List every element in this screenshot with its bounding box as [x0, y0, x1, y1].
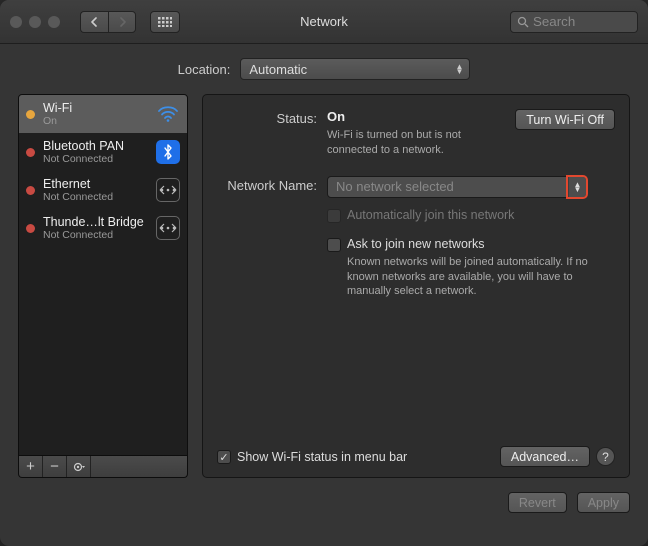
service-item-ethernet[interactable]: Ethernet Not Connected — [19, 171, 187, 209]
show-menu-label: Show Wi-Fi status in menu bar — [237, 450, 407, 464]
status-dot-icon — [26, 148, 35, 157]
footer-buttons: Revert Apply — [18, 478, 630, 513]
status-dot-icon — [26, 224, 35, 233]
updown-caret-icon: ▲▼ — [568, 177, 586, 197]
revert-button[interactable]: Revert — [508, 492, 567, 513]
show-menu-checkbox[interactable]: ✓ — [217, 450, 231, 464]
ask-join-subtext: Known networks will be joined automatica… — [347, 255, 597, 300]
service-actions-button[interactable] — [67, 456, 91, 477]
service-status: Not Connected — [43, 153, 148, 165]
service-status: Not Connected — [43, 229, 148, 241]
network-name-value: No network selected — [336, 179, 454, 194]
network-name-popup[interactable]: No network selected ▲▼ — [327, 176, 587, 198]
forward-button[interactable] — [108, 11, 136, 33]
detail-panel: Status: On Wi-Fi is turned on but is not… — [202, 94, 630, 478]
nav-buttons — [80, 11, 136, 33]
network-prefs-window: Network Location: Automatic ▲▼ — [0, 0, 648, 546]
service-status: Not Connected — [43, 191, 148, 203]
service-status: On — [43, 115, 148, 127]
service-name: Wi-Fi — [43, 101, 148, 115]
status-value: On — [327, 109, 345, 124]
remove-service-button[interactable]: − — [43, 456, 67, 477]
updown-caret-icon: ▲▼ — [453, 64, 465, 74]
content: Location: Automatic ▲▼ Wi-Fi On — [0, 44, 648, 523]
location-value: Automatic — [249, 62, 307, 77]
gear-icon — [72, 461, 86, 473]
ask-join-label: Ask to join new networks — [347, 237, 597, 251]
bluetooth-icon — [156, 140, 180, 164]
service-list[interactable]: Wi-Fi On Bluetooth PAN Not Connected — [18, 94, 188, 456]
add-service-button[interactable]: + — [19, 456, 43, 477]
service-name: Thunde…lt Bridge — [43, 215, 148, 229]
window-controls — [10, 16, 60, 28]
service-item-thunderbolt-bridge[interactable]: Thunde…lt Bridge Not Connected — [19, 209, 187, 247]
close-window-button[interactable] — [10, 16, 22, 28]
zoom-window-button[interactable] — [48, 16, 60, 28]
turn-wifi-off-button[interactable]: Turn Wi-Fi Off — [515, 109, 615, 130]
service-name: Ethernet — [43, 177, 148, 191]
search-field[interactable] — [510, 11, 638, 33]
back-button[interactable] — [80, 11, 108, 33]
ethernet-icon — [156, 178, 180, 202]
location-popup[interactable]: Automatic ▲▼ — [240, 58, 470, 80]
help-button[interactable]: ? — [596, 447, 615, 466]
auto-join-checkbox — [327, 209, 341, 223]
ask-join-row: Ask to join new networks Known networks … — [327, 237, 615, 300]
advanced-button[interactable]: Advanced… — [500, 446, 590, 467]
search-icon — [517, 16, 529, 28]
status-label: Status: — [217, 109, 327, 126]
status-dot-icon — [26, 110, 35, 119]
apply-button[interactable]: Apply — [577, 492, 630, 513]
minimize-window-button[interactable] — [29, 16, 41, 28]
wifi-icon — [156, 102, 180, 126]
sidebar-footer: + − — [18, 456, 188, 478]
auto-join-label: Automatically join this network — [347, 208, 514, 222]
panels: Wi-Fi On Bluetooth PAN Not Connected — [18, 94, 630, 478]
network-name-label: Network Name: — [217, 176, 327, 193]
ask-join-checkbox[interactable] — [327, 238, 341, 252]
search-input[interactable] — [533, 14, 623, 29]
service-name: Bluetooth PAN — [43, 139, 148, 153]
status-dot-icon — [26, 186, 35, 195]
status-subtext: Wi-Fi is turned on but is not connected … — [327, 128, 505, 158]
service-sidebar: Wi-Fi On Bluetooth PAN Not Connected — [18, 94, 188, 478]
service-item-bluetooth-pan[interactable]: Bluetooth PAN Not Connected — [19, 133, 187, 171]
thunderbolt-bridge-icon — [156, 216, 180, 240]
titlebar: Network — [0, 0, 648, 44]
location-row: Location: Automatic ▲▼ — [18, 58, 630, 80]
service-item-wifi[interactable]: Wi-Fi On — [19, 95, 187, 133]
auto-join-row: Automatically join this network — [327, 208, 615, 223]
show-all-button[interactable] — [150, 11, 180, 33]
location-label: Location: — [178, 62, 231, 77]
